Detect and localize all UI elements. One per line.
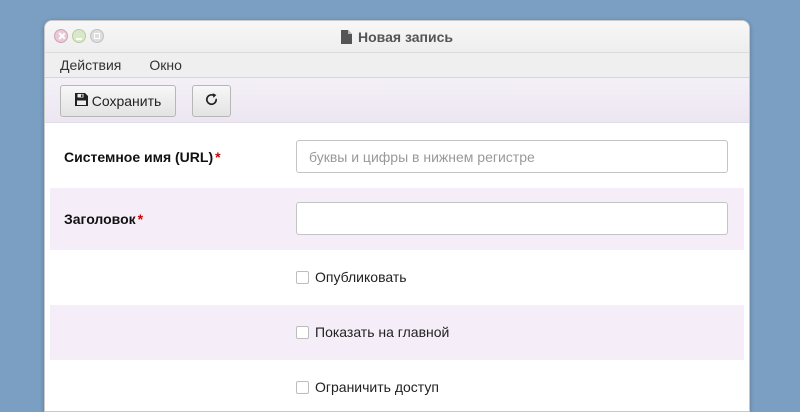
title-bar: Новая запись — [45, 21, 749, 53]
show-on-main-label: Показать на главной — [315, 324, 450, 340]
required-marker: * — [137, 211, 144, 227]
show-on-main-checkbox[interactable] — [296, 325, 309, 339]
refresh-icon — [204, 92, 219, 110]
window-title: Новая запись — [358, 28, 453, 45]
form-row-heading: Заголовок * — [50, 188, 744, 250]
document-icon — [341, 29, 353, 44]
system-name-input[interactable] — [296, 140, 728, 173]
menu-item-window[interactable]: Окно — [149, 57, 182, 73]
show-on-main-option: Показать на главной — [296, 324, 449, 340]
heading-label-text: Заголовок — [64, 211, 136, 227]
restrict-access-checkbox[interactable] — [296, 380, 309, 394]
publish-checkbox[interactable] — [296, 270, 309, 284]
publish-option: Опубликовать — [296, 269, 407, 285]
save-button[interactable]: Сохранить — [60, 85, 176, 117]
publish-label: Опубликовать — [315, 269, 407, 285]
required-marker: * — [215, 149, 221, 165]
heading-label: Заголовок * — [64, 211, 143, 227]
window-title-group: Новая запись — [45, 21, 749, 52]
form-row-restrict-access: Ограничить доступ — [50, 360, 744, 411]
app-window: Новая запись Действия Окно Сохранить Сис… — [44, 20, 750, 412]
toolbar: Сохранить — [45, 78, 749, 123]
refresh-button[interactable] — [192, 85, 231, 117]
system-name-label-text: Системное имя (URL) — [64, 149, 214, 165]
save-button-label: Сохранить — [91, 93, 162, 109]
form-row-show-on-main: Показать на главной — [50, 305, 744, 360]
form-row-system-name: Системное имя (URL) * — [50, 126, 744, 188]
menu-item-actions[interactable]: Действия — [60, 57, 121, 73]
form-row-publish: Опубликовать — [50, 250, 744, 305]
system-name-label: Системное имя (URL) * — [64, 149, 221, 165]
restrict-access-option: Ограничить доступ — [296, 379, 439, 395]
menu-bar: Действия Окно — [45, 53, 749, 78]
heading-input[interactable] — [296, 202, 728, 235]
floppy-disk-icon — [74, 93, 88, 109]
restrict-access-label: Ограничить доступ — [315, 379, 439, 395]
